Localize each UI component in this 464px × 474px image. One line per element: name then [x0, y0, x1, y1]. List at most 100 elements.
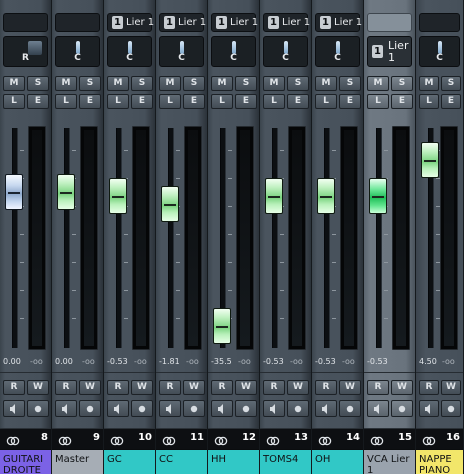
- channel-name-bar[interactable]: OH: [312, 449, 363, 474]
- read-automation-button[interactable]: R: [55, 380, 77, 395]
- write-automation-button[interactable]: W: [79, 380, 101, 395]
- solo-button[interactable]: S: [391, 76, 413, 91]
- solo-button[interactable]: S: [183, 76, 205, 91]
- speaker-icon[interactable]: [315, 400, 337, 417]
- read-automation-button[interactable]: R: [367, 380, 389, 395]
- channel-name-bar[interactable]: Master: [52, 449, 103, 474]
- fader-handle[interactable]: [57, 174, 75, 210]
- fader-handle[interactable]: [109, 178, 127, 214]
- edit-button[interactable]: E: [391, 94, 413, 109]
- fader-handle[interactable]: [213, 308, 231, 344]
- listen-button[interactable]: L: [55, 94, 77, 109]
- listen-button[interactable]: L: [211, 94, 233, 109]
- link-group-box[interactable]: 1 Lier 1: [211, 13, 258, 32]
- channel-name-bar[interactable]: HH: [208, 449, 259, 474]
- solo-button[interactable]: S: [441, 76, 461, 91]
- mute-button[interactable]: M: [55, 76, 77, 91]
- channel-name-bar[interactable]: GC: [104, 449, 155, 474]
- solo-button[interactable]: S: [131, 76, 153, 91]
- speaker-icon[interactable]: [211, 400, 233, 417]
- mute-button[interactable]: M: [315, 76, 337, 91]
- channel-name-bar[interactable]: CC: [156, 449, 207, 474]
- fader-handle[interactable]: [265, 178, 283, 214]
- listen-button[interactable]: L: [107, 94, 129, 109]
- pan-control[interactable]: C: [107, 36, 152, 67]
- solo-button[interactable]: S: [79, 76, 101, 91]
- mute-button[interactable]: M: [107, 76, 129, 91]
- write-automation-button[interactable]: W: [339, 380, 361, 395]
- fader-handle[interactable]: [317, 178, 335, 214]
- speaker-icon[interactable]: [263, 400, 285, 417]
- solo-button[interactable]: S: [339, 76, 361, 91]
- write-automation-button[interactable]: W: [441, 380, 461, 395]
- write-automation-button[interactable]: W: [27, 380, 49, 395]
- record-dot-icon[interactable]: [235, 400, 257, 417]
- channel-name-bar[interactable]: NAPPE PIANO: [416, 449, 463, 474]
- listen-button[interactable]: L: [159, 94, 181, 109]
- record-dot-icon[interactable]: [441, 400, 461, 417]
- solo-button[interactable]: S: [287, 76, 309, 91]
- pan-control[interactable]: C: [419, 36, 460, 67]
- edit-button[interactable]: E: [287, 94, 309, 109]
- edit-button[interactable]: E: [441, 94, 461, 109]
- listen-button[interactable]: L: [3, 94, 25, 109]
- record-dot-icon[interactable]: [391, 400, 413, 417]
- speaker-icon[interactable]: [367, 400, 389, 417]
- speaker-icon[interactable]: [419, 400, 439, 417]
- link-group-box[interactable]: [3, 13, 48, 32]
- link-group-box[interactable]: [367, 13, 412, 32]
- mute-button[interactable]: M: [367, 76, 389, 91]
- pan-control[interactable]: C: [159, 36, 204, 67]
- fader-handle[interactable]: [5, 174, 23, 210]
- link-group-box[interactable]: 1 Lier 1: [263, 13, 310, 32]
- mute-button[interactable]: M: [211, 76, 233, 91]
- record-dot-icon[interactable]: [27, 400, 49, 417]
- listen-button[interactable]: L: [419, 94, 439, 109]
- read-automation-button[interactable]: R: [3, 380, 25, 395]
- record-dot-icon[interactable]: [339, 400, 361, 417]
- link-group-box[interactable]: 1 Lier 1: [315, 13, 362, 32]
- mute-button[interactable]: M: [419, 76, 439, 91]
- mute-button[interactable]: M: [159, 76, 181, 91]
- speaker-icon[interactable]: [3, 400, 25, 417]
- fader-handle[interactable]: [369, 178, 387, 214]
- record-dot-icon[interactable]: [79, 400, 101, 417]
- pan-control[interactable]: C: [315, 36, 360, 67]
- record-dot-icon[interactable]: [183, 400, 205, 417]
- write-automation-button[interactable]: W: [131, 380, 153, 395]
- listen-button[interactable]: L: [315, 94, 337, 109]
- link-group-box[interactable]: [419, 13, 460, 32]
- write-automation-button[interactable]: W: [287, 380, 309, 395]
- listen-button[interactable]: L: [263, 94, 285, 109]
- solo-button[interactable]: S: [27, 76, 49, 91]
- read-automation-button[interactable]: R: [107, 380, 129, 395]
- speaker-icon[interactable]: [107, 400, 129, 417]
- mute-button[interactable]: M: [3, 76, 25, 91]
- edit-button[interactable]: E: [131, 94, 153, 109]
- pan-control[interactable]: 1 Lier 1: [367, 36, 412, 67]
- edit-button[interactable]: E: [79, 94, 101, 109]
- link-group-box[interactable]: 1 Lier 1: [107, 13, 154, 32]
- speaker-icon[interactable]: [159, 400, 181, 417]
- write-automation-button[interactable]: W: [183, 380, 205, 395]
- edit-button[interactable]: E: [183, 94, 205, 109]
- read-automation-button[interactable]: R: [211, 380, 233, 395]
- read-automation-button[interactable]: R: [419, 380, 439, 395]
- channel-name-bar[interactable]: GUITARI DROITE: [0, 449, 51, 474]
- write-automation-button[interactable]: W: [235, 380, 257, 395]
- edit-button[interactable]: E: [235, 94, 257, 109]
- read-automation-button[interactable]: R: [263, 380, 285, 395]
- record-dot-icon[interactable]: [131, 400, 153, 417]
- record-dot-icon[interactable]: [287, 400, 309, 417]
- read-automation-button[interactable]: R: [159, 380, 181, 395]
- edit-button[interactable]: E: [339, 94, 361, 109]
- edit-button[interactable]: E: [27, 94, 49, 109]
- pan-control[interactable]: R: [3, 36, 48, 67]
- pan-control[interactable]: C: [211, 36, 256, 67]
- channel-name-bar[interactable]: TOMS4: [260, 449, 311, 474]
- link-group-box[interactable]: 1 Lier 1: [159, 13, 206, 32]
- link-group-box[interactable]: [55, 13, 100, 32]
- speaker-icon[interactable]: [55, 400, 77, 417]
- pan-control[interactable]: C: [55, 36, 100, 67]
- pan-control[interactable]: C: [263, 36, 308, 67]
